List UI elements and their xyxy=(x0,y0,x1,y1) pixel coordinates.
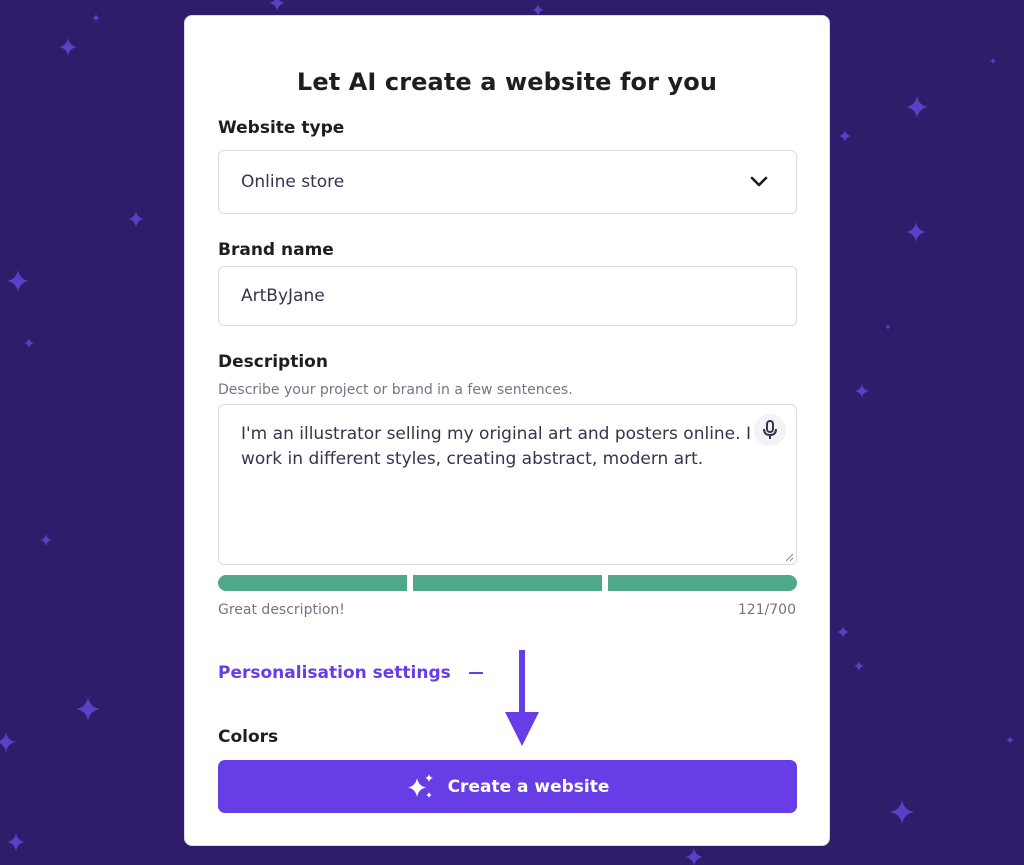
website-type-value: Online store xyxy=(241,172,345,192)
resize-handle-icon[interactable] xyxy=(784,552,794,562)
colors-label: Colors xyxy=(218,727,279,747)
quality-segment xyxy=(218,575,407,591)
quality-segment xyxy=(413,575,602,591)
description-hint: Describe your project or brand in a few … xyxy=(218,382,573,398)
create-website-label: Create a website xyxy=(447,776,610,797)
sparkles-icon xyxy=(407,773,433,798)
brand-name-input[interactable]: ArtByJane xyxy=(218,266,797,326)
microphone-button[interactable] xyxy=(754,414,786,446)
description-value: I'm an illustrator selling my original a… xyxy=(241,424,751,469)
create-website-button[interactable]: Create a website xyxy=(218,760,797,813)
brand-name-value: ArtByJane xyxy=(241,286,325,306)
minus-icon xyxy=(468,672,483,674)
personalisation-settings-label: Personalisation settings xyxy=(218,663,451,683)
chevron-down-icon xyxy=(750,176,768,187)
quality-segment xyxy=(608,575,797,591)
brand-name-label: Brand name xyxy=(218,240,334,260)
character-count: 121/700 xyxy=(737,602,796,618)
description-quality-meter xyxy=(218,575,797,591)
personalisation-settings-toggle[interactable]: Personalisation settings xyxy=(218,663,483,683)
ai-website-builder-card: Let AI create a website for you Website … xyxy=(184,15,830,846)
microphone-icon xyxy=(763,420,777,439)
description-textarea[interactable]: I'm an illustrator selling my original a… xyxy=(218,404,797,565)
website-type-select[interactable]: Online store xyxy=(218,150,797,214)
website-type-label: Website type xyxy=(218,118,345,138)
description-label: Description xyxy=(218,352,328,372)
description-quality-label: Great description! xyxy=(218,602,345,618)
page-title: Let AI create a website for you xyxy=(296,68,718,96)
arrow-down-icon xyxy=(505,650,539,746)
